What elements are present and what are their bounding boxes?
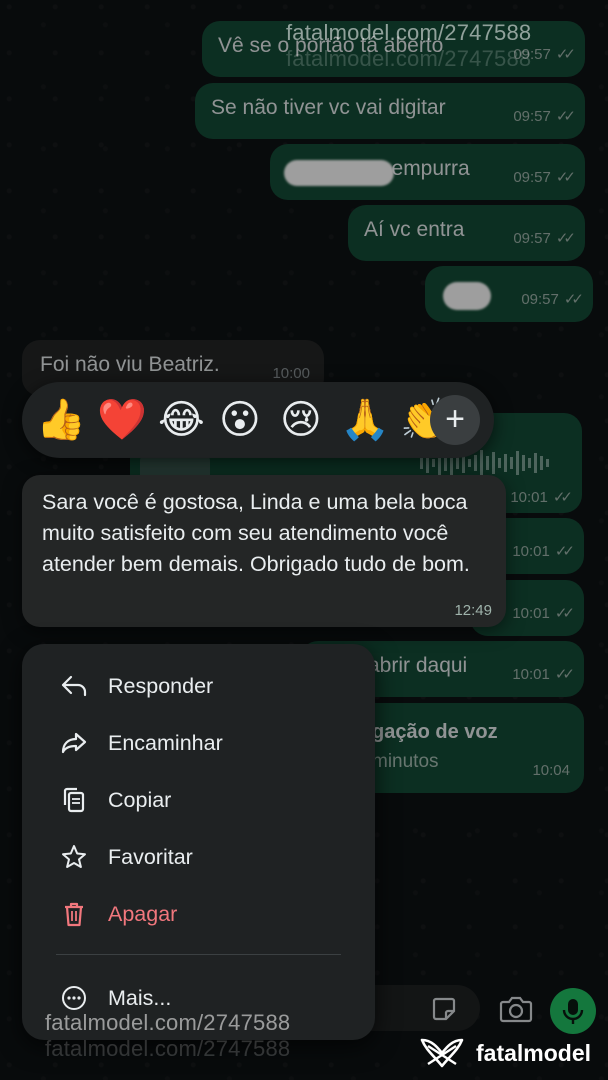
menu-item-label: Favoritar (108, 844, 193, 869)
menu-item-label: Copiar (108, 787, 172, 812)
menu-item-delete[interactable]: Apagar (22, 888, 375, 940)
menu-item-copy[interactable]: Copiar (22, 774, 375, 826)
forward-icon (60, 729, 88, 757)
brand-logo-icon (420, 1038, 464, 1068)
trash-icon (60, 900, 88, 928)
message-time: 12:49 (454, 602, 492, 619)
copy-icon (60, 786, 88, 814)
star-icon (60, 843, 88, 871)
menu-item-reply[interactable]: Responder (22, 660, 375, 712)
reaction-thumbs-up[interactable]: 👍 (36, 394, 86, 446)
menu-divider (56, 954, 341, 955)
watermark-text: fatalmodel.com/2747588 (286, 20, 532, 45)
brand-logo: fatalmodel (418, 1034, 591, 1072)
menu-item-favorite[interactable]: Favoritar (22, 831, 375, 883)
message-text: Sara você é gostosa, Linda e uma bela bo… (42, 490, 470, 576)
reaction-pray[interactable]: 🙏 (340, 394, 390, 446)
reply-icon (60, 672, 88, 700)
context-menu: Responder Encaminhar Copiar Favoritar Ap… (22, 644, 375, 1040)
more-reactions-button[interactable]: + (430, 395, 480, 445)
brand-name: fatalmodel (476, 1039, 592, 1066)
more-icon (60, 984, 88, 1012)
menu-item-label: Mais... (108, 985, 172, 1010)
menu-item-label: Responder (108, 673, 214, 698)
reaction-surprised[interactable]: 😮 (219, 394, 261, 446)
watermark-text: fatalmodel.com/2747588 (286, 46, 532, 71)
selected-message-bubble[interactable]: Sara você é gostosa, Linda e uma bela bo… (22, 475, 506, 627)
reaction-bar: 👍 ❤️ 😂 😮 😢 🙏 👏 + (22, 382, 494, 458)
watermark-text: fatalmodel.com/2747588 (45, 1036, 291, 1061)
menu-item-label: Encaminhar (108, 730, 223, 755)
reaction-laugh[interactable]: 😂 (158, 394, 205, 446)
reaction-heart[interactable]: ❤️ (97, 394, 147, 446)
menu-item-label: Apagar (108, 901, 178, 926)
watermark-text: fatalmodel.com/2747588 (45, 1010, 291, 1035)
reaction-sad[interactable]: 😢 (280, 394, 322, 446)
menu-item-forward[interactable]: Encaminhar (22, 717, 375, 769)
